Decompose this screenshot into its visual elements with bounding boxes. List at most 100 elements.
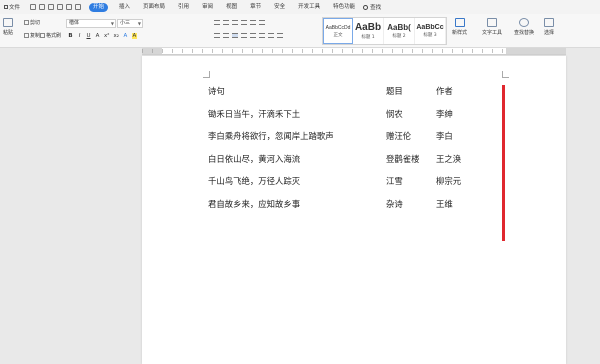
ribbon-tabs: 开始 插入 页面布局 引用 审阅 视图 章节 安全 开发工具 特色功能	[89, 0, 357, 14]
align-buttons	[214, 33, 283, 38]
table-cell[interactable]: 锄禾日当午，汗滴禾下土	[208, 108, 300, 120]
bullet-list-icon[interactable]	[214, 20, 220, 25]
table-cell[interactable]: 王维	[436, 198, 453, 210]
list-buttons	[214, 20, 265, 25]
text-tools-button[interactable]: 文字工具	[482, 18, 502, 36]
subscript-button[interactable]: x₂	[113, 33, 118, 39]
highlight-button[interactable]: A	[131, 33, 137, 39]
table-cell[interactable]: 李白乘舟将欲行，忽闻岸上踏歌声	[208, 130, 334, 142]
tab-review[interactable]: 审阅	[200, 3, 215, 12]
table-row: 白日依山尽，黄河入海流 登鹳雀楼 王之涣	[208, 153, 508, 176]
table-row: 君自故乡来，应知故乡事 杂诗 王维	[208, 198, 508, 221]
underline-button[interactable]: U	[86, 33, 91, 39]
search-label: 查找	[370, 5, 382, 11]
menu-icon	[4, 5, 8, 9]
find-replace-button[interactable]: 查找替换	[514, 18, 534, 36]
new-style-icon	[454, 18, 465, 27]
tab-developer[interactable]: 开发工具	[296, 3, 322, 12]
style-heading-1[interactable]: AaBb 标题 1	[353, 18, 384, 44]
tab-insert[interactable]: 插入	[117, 3, 132, 12]
table-cell[interactable]: 柳宗元	[436, 175, 461, 187]
table-cell[interactable]: 江雪	[386, 175, 403, 187]
table-cell[interactable]: 诗句	[208, 85, 225, 97]
style-heading-2[interactable]: AaBb( 标题 2	[384, 18, 415, 44]
poem-table: 诗句 题目 作者 锄禾日当午，汗滴禾下土 悯农 李绅 李白乘舟将欲行，忽闻岸上踏…	[208, 85, 508, 241]
format-painter-label: 格式刷	[46, 33, 62, 39]
font-color-button[interactable]: A	[123, 33, 128, 39]
table-cell[interactable]: 杂诗	[386, 198, 403, 210]
outdent-icon[interactable]	[232, 20, 238, 25]
font-size-select[interactable]: 小三 ▼	[117, 19, 143, 28]
tab-chapter[interactable]: 章节	[248, 3, 263, 12]
numbered-list-icon[interactable]	[223, 20, 229, 25]
table-cell[interactable]: 登鹳雀楼	[386, 153, 420, 165]
table-cell[interactable]: 李绅	[436, 108, 453, 120]
ruler-right-margin	[506, 48, 566, 54]
table-cell[interactable]: 千山鸟飞绝，万径人踪灭	[208, 175, 300, 187]
bold-button[interactable]: B	[68, 33, 73, 39]
cut-label: 剪切	[30, 20, 41, 26]
superscript-button[interactable]: x²	[104, 33, 109, 39]
italic-button[interactable]: I	[77, 33, 82, 39]
font-name-value: 楷体	[69, 20, 80, 26]
file-menu-label: 文件	[9, 5, 21, 11]
strikethrough-button[interactable]: A	[95, 33, 100, 39]
open-icon[interactable]	[39, 4, 45, 10]
save-icon[interactable]	[30, 4, 36, 10]
table-cell[interactable]: 李白	[436, 130, 453, 142]
preview-icon[interactable]	[57, 4, 63, 10]
style-name: 标题 3	[423, 33, 437, 38]
table-cell[interactable]: 赠汪伦	[386, 130, 411, 142]
tab-page-layout[interactable]: 页面布局	[141, 3, 167, 12]
style-normal[interactable]: AaBbCcDd 正文	[323, 18, 353, 44]
style-name: 标题 1	[361, 35, 375, 40]
table-cell[interactable]: 题目	[386, 85, 403, 97]
align-center-icon[interactable]	[223, 33, 229, 38]
shading-icon[interactable]	[268, 33, 274, 38]
horizontal-ruler[interactable]	[142, 48, 566, 55]
table-cell[interactable]: 悯农	[386, 108, 403, 120]
format-buttons: B I U A x² x₂ A A	[68, 33, 137, 39]
tab-home[interactable]: 开始	[89, 2, 109, 12]
font-name-select[interactable]: 楷体 ▼	[66, 19, 116, 28]
redo-icon[interactable]	[75, 4, 81, 10]
tab-view[interactable]: 视图	[224, 3, 239, 12]
new-style-button[interactable]: 新样式	[452, 18, 467, 36]
indent-icon[interactable]	[241, 20, 247, 25]
show-marks-icon[interactable]	[259, 20, 265, 25]
tab-security[interactable]: 安全	[272, 3, 287, 12]
style-name: 标题 2	[392, 34, 406, 39]
table-cell[interactable]: 王之涣	[436, 153, 461, 165]
paste-button[interactable]: 粘贴	[3, 18, 13, 36]
table-cell[interactable]: 君自故乡来，应知故乡事	[208, 198, 300, 210]
print-icon[interactable]	[48, 4, 54, 10]
table-row: 千山鸟飞绝，万径人踪灭 江雪 柳宗元	[208, 175, 508, 198]
justify-icon[interactable]	[241, 33, 247, 38]
tab-references[interactable]: 引用	[176, 3, 191, 12]
line-spacing-icon[interactable]	[259, 33, 265, 38]
document-page[interactable]: 诗句 题目 作者 锄禾日当午，汗滴禾下土 悯农 李绅 李白乘舟将欲行，忽闻岸上踏…	[142, 56, 566, 364]
style-heading-3[interactable]: AaBbCc 标题 3	[415, 18, 446, 44]
tab-special[interactable]: 特色功能	[331, 3, 357, 12]
copy-label: 复制	[30, 33, 41, 39]
ruler-ticks	[142, 49, 566, 53]
search-box[interactable]: 查找	[363, 3, 381, 11]
cut-button[interactable]: 剪切	[24, 19, 40, 26]
select-button[interactable]: 选择	[544, 18, 554, 36]
table-cell[interactable]: 白日依山尽，黄河入海流	[208, 153, 300, 165]
file-menu[interactable]: 文件	[0, 0, 24, 14]
sort-icon[interactable]	[250, 20, 256, 25]
style-preview: AaBbCcDd	[325, 24, 351, 31]
text-tools-label: 文字工具	[482, 30, 503, 36]
distribute-icon[interactable]	[250, 33, 256, 38]
border-icon[interactable]	[277, 33, 283, 38]
table-row: 锄禾日当午，汗滴禾下土 悯农 李绅	[208, 108, 508, 131]
format-painter-button[interactable]: 格式刷	[40, 32, 61, 39]
margin-corner-mark	[502, 71, 509, 78]
chevron-down-icon: ▼	[137, 21, 141, 26]
align-left-icon[interactable]	[214, 33, 220, 38]
copy-button[interactable]: 复制	[24, 32, 40, 39]
align-right-icon[interactable]	[232, 33, 238, 38]
undo-icon[interactable]	[66, 4, 72, 10]
table-cell[interactable]: 作者	[436, 85, 453, 97]
